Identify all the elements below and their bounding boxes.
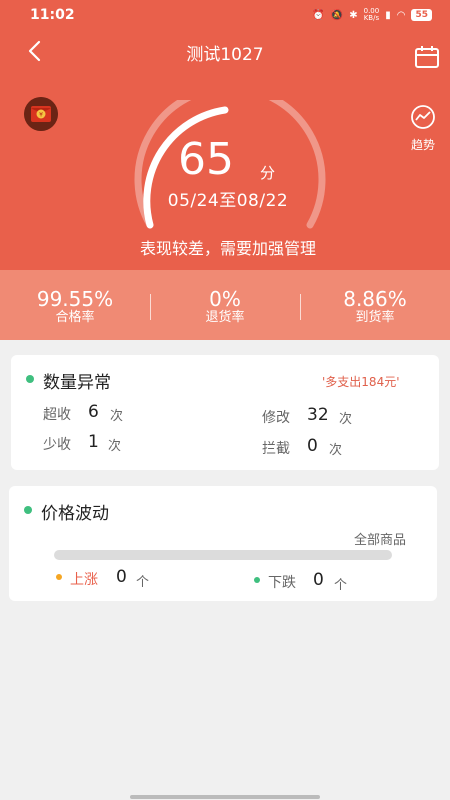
score-message: 表现较差，需要加强管理	[139, 239, 316, 258]
green-dot-icon	[254, 577, 260, 583]
green-dot-icon	[26, 375, 34, 383]
intercept-label: 拦截	[262, 441, 290, 457]
date-range: 05/24至08/22	[167, 191, 289, 211]
wifi-icon: ◠	[396, 9, 406, 21]
quantity-anomaly-title: 数量异常	[43, 373, 111, 393]
green-dot-icon	[24, 506, 32, 514]
stat-label: 到货率	[355, 310, 395, 325]
price-rise-label: 上涨	[70, 572, 98, 588]
bluetooth-icon: ✱	[349, 9, 358, 21]
under-receive-value: 1	[88, 432, 99, 452]
modify-unit: 次	[339, 412, 353, 427]
price-fall-label: 下跌	[268, 575, 296, 591]
modify-value: 32	[307, 405, 329, 425]
network-speed: 0.00 KB/s	[364, 8, 380, 22]
page-title: 测试1027	[186, 45, 264, 65]
svg-text:¥: ¥	[39, 112, 43, 119]
under-receive-label: 少收	[43, 437, 71, 453]
calendar-icon	[415, 46, 439, 68]
score-header: 11:02 ⏰ 🔕 ✱ 0.00 KB/s ▮ ◠ 55 测试1027 ¥ 趋势…	[0, 0, 450, 270]
price-fall-unit: 个	[334, 578, 348, 593]
status-icons: ⏰ 🔕 ✱ 0.00 KB/s ▮ ◠ 55	[312, 8, 432, 22]
stats-band: 99.55% 合格率 0% 退货率 8.86% 到货率	[0, 270, 450, 340]
all-products-filter[interactable]: 全部商品	[354, 529, 406, 548]
over-receive-value: 6	[88, 402, 99, 422]
quantity-anomaly-card[interactable]: 数量异常 '多支出184元' 超收 6 次 修改 32 次 少收 1 次 拦截 …	[11, 355, 439, 470]
red-envelope-avatar[interactable]: ¥	[24, 97, 58, 131]
stat-arrival-rate[interactable]: 8.86% 到货率	[300, 288, 450, 326]
calendar-button[interactable]	[414, 45, 440, 69]
battery-indicator: 55	[411, 9, 432, 21]
trend-button[interactable]: 趋势	[404, 104, 442, 152]
stat-return-rate[interactable]: 0% 退货率	[150, 288, 300, 326]
score-unit: 分	[260, 164, 276, 182]
over-receive-unit: 次	[110, 409, 124, 424]
status-time: 11:02	[30, 7, 75, 23]
mute-icon: 🔕	[330, 9, 344, 21]
status-bar: 11:02 ⏰ 🔕 ✱ 0.00 KB/s ▮ ◠ 55	[0, 0, 450, 30]
price-fluctuation-bar	[54, 550, 392, 560]
price-fall-value: 0	[313, 570, 324, 590]
price-rise-value: 0	[116, 567, 127, 587]
signal-icon: ▮	[385, 9, 391, 21]
home-indicator[interactable]	[130, 795, 320, 799]
intercept-unit: 次	[329, 443, 343, 458]
modify-label: 修改	[262, 410, 290, 426]
trend-label: 趋势	[410, 138, 435, 152]
stat-value: 99.55%	[36, 287, 114, 311]
trend-icon	[411, 105, 435, 129]
score-value: 65	[178, 134, 234, 185]
overspend-tag: '多支出184元'	[322, 375, 400, 389]
stat-value: 0%	[209, 287, 241, 311]
alarm-icon: ⏰	[312, 9, 325, 21]
stat-pass-rate[interactable]: 99.55% 合格率	[0, 288, 150, 326]
stat-label: 合格率	[55, 310, 95, 325]
stat-value: 8.86%	[343, 287, 407, 311]
network-speed-unit: KB/s	[363, 14, 380, 22]
price-fluctuation-title: 价格波动	[41, 504, 109, 524]
orange-dot-icon	[56, 574, 62, 580]
over-receive-label: 超收	[43, 407, 71, 423]
stat-label: 退货率	[205, 310, 245, 325]
intercept-value: 0	[307, 436, 318, 456]
under-receive-unit: 次	[108, 439, 122, 454]
red-envelope-icon: ¥	[24, 97, 58, 131]
price-rise-unit: 个	[136, 575, 150, 590]
